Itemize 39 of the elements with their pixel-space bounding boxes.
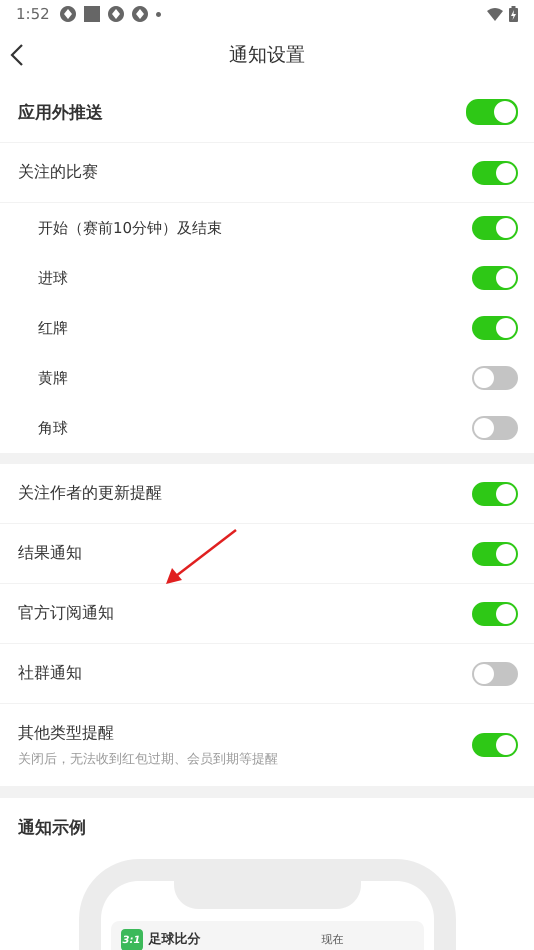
toggle-switch[interactable]	[472, 216, 518, 240]
toggle-switch[interactable]	[472, 662, 518, 686]
toggle-switch[interactable]	[472, 366, 518, 390]
aperture-icon	[108, 6, 124, 22]
setting-label: 社群通知	[18, 663, 82, 684]
wifi-icon	[487, 8, 503, 20]
toggle-switch[interactable]	[472, 316, 518, 340]
battery-icon	[509, 6, 518, 22]
setting-label: 官方订阅通知	[18, 603, 114, 624]
dot-icon	[156, 12, 161, 16]
app-name: 足球比分	[148, 931, 200, 949]
square-icon	[84, 6, 100, 22]
status-time: 1:52	[16, 5, 50, 23]
setting-label: 关注的比赛	[18, 162, 98, 183]
notification-time: 现在	[322, 932, 344, 948]
app-badge: 3:1	[120, 929, 142, 950]
setting-label: 应用外推送	[18, 102, 103, 124]
setting-label: 关注作者的更新提醒	[18, 483, 162, 504]
aperture-icon	[60, 6, 76, 22]
section-title: 通知示例	[17, 817, 87, 839]
setting-label: 角球	[38, 418, 68, 438]
setting-label: 红牌	[38, 318, 68, 338]
aperture-icon	[132, 6, 148, 22]
setting-label: 黄牌	[38, 368, 68, 388]
toggle-switch[interactable]	[472, 416, 518, 440]
toggle-switch[interactable]	[472, 160, 518, 184]
setting-label: 结果通知	[18, 543, 82, 564]
setting-label: 开始（赛前10分钟）及结束	[38, 218, 222, 238]
toggle-switch[interactable]	[466, 99, 518, 125]
setting-label: 其他类型提醒	[18, 722, 115, 744]
toggle-switch[interactable]	[472, 602, 518, 626]
toggle-switch[interactable]	[472, 482, 518, 506]
toggle-switch[interactable]	[472, 266, 518, 290]
back-icon[interactable]	[10, 44, 24, 66]
toggle-switch[interactable]	[472, 542, 518, 566]
page-title: 通知设置	[229, 43, 305, 68]
setting-label: 进球	[38, 268, 68, 288]
toggle-switch[interactable]	[472, 733, 518, 757]
setting-hint: 关闭后，无法收到红包过期、会员到期等提醒	[18, 750, 278, 768]
